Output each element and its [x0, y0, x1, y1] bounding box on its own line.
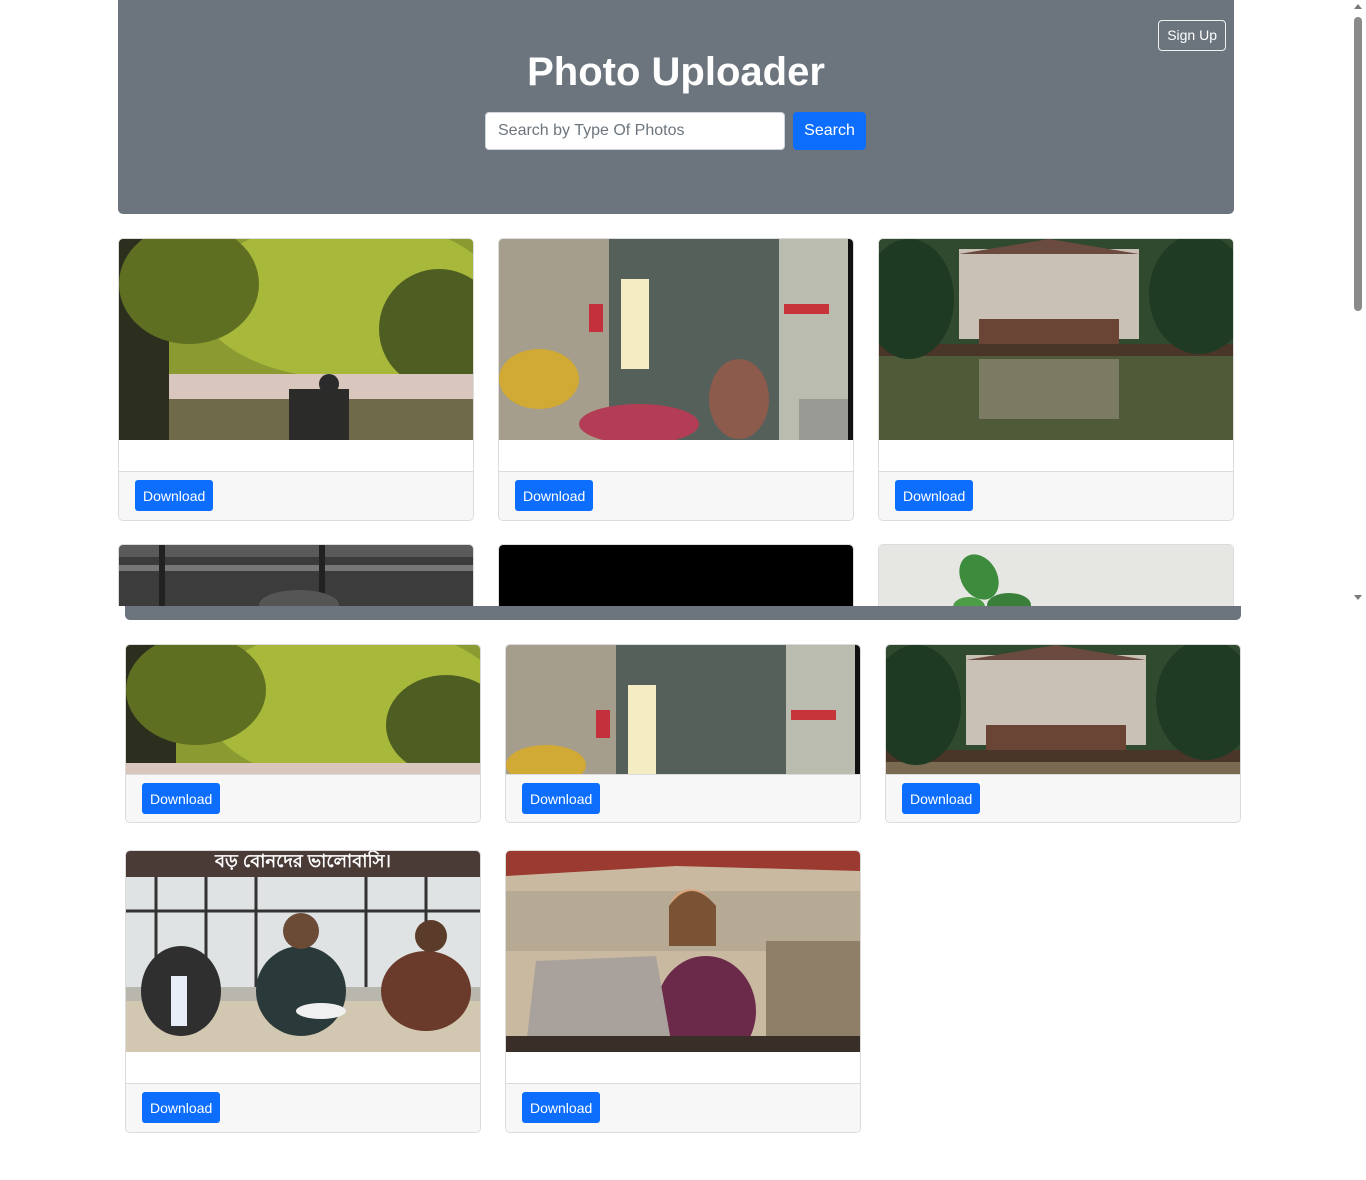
page-title: Photo Uploader — [527, 50, 825, 94]
card-footer: Download — [499, 472, 853, 520]
black-white-building-photo — [119, 545, 473, 606]
card-footer: Download — [886, 774, 1240, 822]
photo-card: Download — [118, 238, 474, 521]
download-button[interactable]: Download — [135, 480, 214, 511]
card-footer: Download — [126, 1084, 480, 1132]
photo-card: বড় বোনদের ভালোবাসি। Download — [125, 850, 481, 1133]
signup-button[interactable]: Sign Up — [1158, 20, 1226, 51]
card-body — [506, 1052, 860, 1084]
scroll-viewport: Sign Up Photo Uploader Search Download — [0, 0, 1366, 606]
photo-card: Download — [505, 850, 861, 1133]
flower-shop-street-photo — [499, 239, 853, 440]
download-button[interactable]: Download — [142, 1092, 221, 1123]
search-button[interactable]: Search — [793, 112, 866, 150]
scroll-up-icon[interactable] — [1354, 4, 1362, 9]
header-banner-bottom — [125, 606, 1241, 620]
photo-card — [498, 544, 854, 606]
header-banner: Sign Up Photo Uploader Search — [118, 0, 1234, 214]
card-footer: Download — [879, 472, 1233, 520]
card-body — [879, 440, 1233, 472]
woman-laptop-cafe-photo — [506, 851, 860, 1052]
card-footer: Download — [119, 472, 473, 520]
photo-card: Download — [125, 644, 481, 823]
card-body — [499, 440, 853, 472]
photo-card: Download — [878, 238, 1234, 521]
green-plant-photo — [879, 545, 1233, 606]
download-button[interactable]: Download — [895, 480, 974, 511]
park-tree-bicycle-photo — [119, 239, 473, 440]
photo-card: Download — [498, 238, 854, 521]
card-footer: Download — [506, 774, 860, 822]
people-eating-photo: বড় বোনদের ভালোবাসি। — [126, 851, 480, 1052]
scroll-down-icon[interactable] — [1354, 595, 1362, 600]
black-photo — [499, 545, 853, 606]
card-footer: Download — [506, 1084, 860, 1132]
lake-house-reflection-photo — [886, 645, 1240, 774]
photo-card: Download — [885, 644, 1241, 823]
card-body — [126, 1052, 480, 1084]
download-button[interactable]: Download — [522, 783, 601, 814]
vertical-scrollbar[interactable] — [1351, 0, 1366, 606]
download-button[interactable]: Download — [142, 783, 221, 814]
card-footer: Download — [126, 774, 480, 822]
scroll-thumb[interactable] — [1354, 17, 1362, 311]
download-button[interactable]: Download — [515, 480, 594, 511]
photo-card — [118, 544, 474, 606]
download-button[interactable]: Download — [902, 783, 981, 814]
park-tree-bicycle-photo — [126, 645, 480, 774]
photo-caption: বড় বোনদের ভালোবাসি। — [126, 851, 480, 877]
card-body — [119, 440, 473, 472]
photo-card: Download — [505, 644, 861, 823]
lake-house-reflection-photo — [879, 239, 1233, 440]
flower-shop-street-photo — [506, 645, 860, 774]
search-input[interactable] — [485, 112, 785, 150]
download-button[interactable]: Download — [522, 1092, 601, 1123]
photo-card — [878, 544, 1234, 606]
